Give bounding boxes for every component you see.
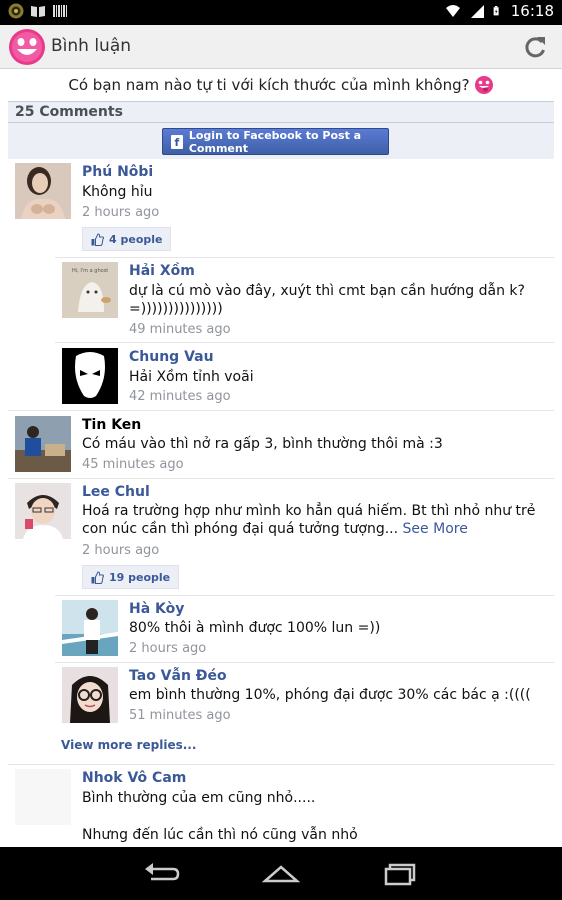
- commenter-name[interactable]: Phú Nôbi: [82, 164, 153, 180]
- divider: [55, 662, 554, 663]
- avatar[interactable]: [62, 348, 118, 404]
- like-count-button[interactable]: 4 people: [82, 227, 172, 251]
- comment-time[interactable]: 42 minutes ago: [129, 389, 231, 404]
- commenter-name[interactable]: Nhok Vô Cam: [82, 770, 186, 786]
- like-count: 4 people: [109, 232, 163, 246]
- facebook-login-button[interactable]: f Login to Facebook to Post a Comment: [162, 128, 389, 155]
- avatar[interactable]: [15, 769, 71, 825]
- battery-icon: [493, 6, 499, 16]
- comment-text-line-2: con núc cần thì phóng đại quá tưởng tượn…: [82, 520, 468, 539]
- comment-time[interactable]: 51 minutes ago: [129, 708, 231, 723]
- avatar[interactable]: [15, 163, 71, 219]
- comment-text: Có máu vào thì nở ra gấp 3, bình thường …: [82, 436, 443, 452]
- system-nav-bar: [0, 847, 562, 900]
- book-icon: [31, 6, 45, 17]
- commenter-name[interactable]: Lee Chul: [82, 484, 150, 500]
- comment-text-line-1: dự là cú mò vào đây, xuýt thì cmt bạn cầ…: [129, 283, 525, 299]
- divider: [55, 595, 554, 596]
- comment-time[interactable]: 2 hours ago: [82, 543, 159, 558]
- comment-text-line-1: Bình thường của em cũng nhỏ.....: [82, 790, 316, 806]
- comment-text-line-2: Nhưng đến lúc cần thì nó cũng vẫn nhỏ: [82, 827, 358, 843]
- login-button-label: Login to Facebook to Post a Comment: [188, 128, 362, 155]
- divider: [55, 257, 554, 258]
- comment-time[interactable]: 49 minutes ago: [129, 322, 231, 337]
- like-count: 19 people: [109, 570, 171, 584]
- barcode-icon: [53, 5, 67, 17]
- commenter-name[interactable]: Tin Ken: [82, 417, 141, 433]
- comment-time[interactable]: 2 hours ago: [82, 205, 159, 220]
- smiley-face-logo[interactable]: [8, 28, 46, 66]
- avatar[interactable]: [15, 416, 71, 472]
- post-question: Có bạn nam nào tự ti với kích thước của …: [0, 70, 562, 100]
- thumbs-up-icon: [91, 570, 104, 584]
- thumbs-up-icon: [91, 232, 104, 246]
- comment-text: Hải Xồm tỉnh voãi: [129, 369, 254, 385]
- comment-count: 25 Comments: [8, 102, 554, 123]
- commenter-name[interactable]: Chung Vau: [129, 349, 214, 365]
- commenter-name[interactable]: Tao Vẫn Đéo: [129, 668, 227, 684]
- comment-time[interactable]: 2 hours ago: [129, 641, 206, 656]
- refresh-icon[interactable]: [522, 34, 548, 60]
- action-bar: Bình luận: [0, 25, 562, 69]
- comment-text-line-2-content: con núc cần thì phóng đại quá tưởng tượn…: [82, 521, 399, 537]
- facebook-icon: f: [171, 134, 183, 149]
- avatar-caption: Hi, I'm a ghost: [72, 268, 108, 274]
- recent-apps-icon[interactable]: [381, 861, 421, 887]
- commenter-name[interactable]: Hà Kòy: [129, 601, 184, 617]
- comment-text: 80% thôi à mình được 100% lun =)): [129, 620, 381, 636]
- avatar[interactable]: [62, 667, 118, 723]
- comment-text-line-2: =))))))))))))))): [129, 301, 223, 317]
- signal-icon: [470, 5, 484, 18]
- comment-text-line-1: Hoá ra trường hợp như mình ko hẳn quá hi…: [82, 503, 536, 519]
- divider: [8, 764, 554, 765]
- avatar[interactable]: Hi, I'm a ghost: [62, 262, 118, 318]
- comment-time[interactable]: 45 minutes ago: [82, 457, 184, 472]
- wifi-icon: [445, 5, 460, 17]
- comment-text: em bình thường 10%, phóng đại được 30% c…: [129, 687, 531, 703]
- avatar[interactable]: [15, 483, 71, 539]
- like-count-button[interactable]: 19 people: [82, 565, 180, 589]
- divider: [8, 478, 554, 479]
- tongue-out-emoji: [474, 76, 493, 94]
- avatar[interactable]: [62, 600, 118, 656]
- comment-text: Không hỉu: [82, 184, 153, 200]
- view-more-replies-link[interactable]: View more replies...: [61, 738, 196, 752]
- home-icon[interactable]: [261, 861, 301, 887]
- comments-header: 25 Comments f Login to Facebook to Post …: [8, 101, 554, 159]
- status-bar: 16:18: [0, 0, 562, 25]
- app-title: Bình luận: [51, 36, 132, 56]
- app-coin-icon: [8, 3, 24, 19]
- question-text: Có bạn nam nào tự ti với kích thước của …: [68, 76, 470, 94]
- commenter-name[interactable]: Hải Xồm: [129, 263, 195, 279]
- see-more-link[interactable]: See More: [403, 521, 468, 537]
- clock: 16:18: [510, 2, 554, 20]
- divider: [55, 342, 554, 343]
- divider: [8, 410, 554, 411]
- back-icon[interactable]: [141, 861, 181, 887]
